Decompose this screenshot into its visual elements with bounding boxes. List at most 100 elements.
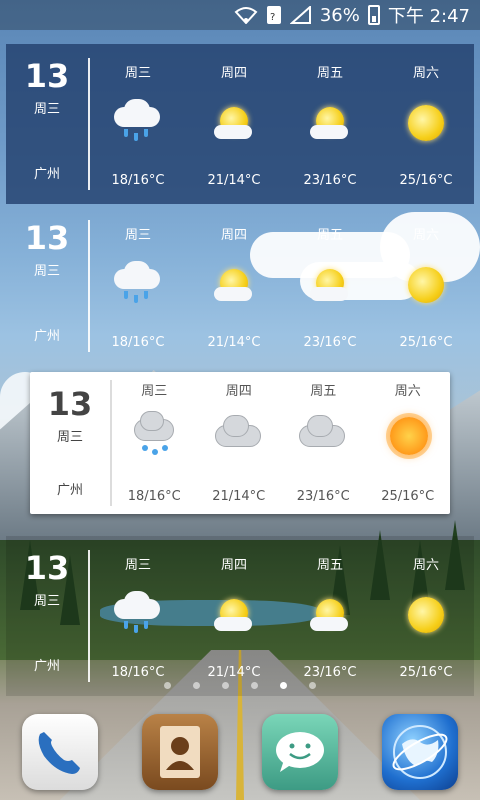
sun-cloud-icon [204,261,264,311]
forecast-day: 周三 18/16°C [90,44,186,204]
weather-widget-1[interactable]: 13 周三 广州 周三 18/16°C 周四 21/14°C 周五 23/16°… [6,44,474,204]
page-dot-active[interactable] [280,682,287,689]
weather-widget-3[interactable]: 13 周三 广州 周三 18/16°C 周四 21/14°C 周五 23/16°… [30,372,450,514]
forecast-day-name: 周五 [316,228,343,243]
forecast-day-name: 周三 [124,66,151,81]
forecast-day-name: 周四 [225,384,252,399]
forecast-temp: 18/16°C [127,489,181,504]
forecast-day: 周四 21/14°C [186,206,282,366]
sun-cloud-icon [300,261,360,311]
forecast-day-name: 周五 [316,66,343,81]
page-indicator[interactable] [0,682,480,689]
forecast-day: 周五 23/16°C [282,536,378,696]
forecast-day: 周六 25/16°C [378,44,474,204]
forecast-day: 周六 25/16°C [378,536,474,696]
contacts-app-icon[interactable] [142,714,218,790]
forecast-temp: 23/16°C [296,489,350,504]
forecast-day-name: 周五 [316,558,343,573]
city-label: 广州 [33,659,60,674]
wifi-icon [234,6,258,24]
forecast-day: 周三 18/16°C [90,536,186,696]
forecast-temp: 25/16°C [399,665,453,680]
sun-cloud-icon [204,591,264,641]
sun-icon [396,99,456,149]
forecast-day-name: 周四 [220,558,247,573]
sun-cloud-icon [300,99,360,149]
forecast-day-name: 周六 [412,558,439,573]
forecast-day: 周四 21/14°C [197,372,282,514]
forecast-day: 周五 23/16°C [282,206,378,366]
date-number: 13 [47,385,93,423]
forecast-temp: 18/16°C [111,335,165,350]
date-number: 13 [24,549,70,587]
forecast-day-name: 周五 [310,384,337,399]
phone-app-icon[interactable] [22,714,98,790]
forecast-temp: 25/16°C [399,335,453,350]
page-dot[interactable] [193,682,200,689]
status-bar: ? 36% 下午 2:47 [0,0,480,30]
forecast-day: 周三 18/16°C [112,372,197,514]
page-dot[interactable] [251,682,258,689]
forecast-temp: 23/16°C [303,335,357,350]
forecast-temp: 18/16°C [111,665,165,680]
date-number: 13 [24,219,70,257]
forecast-day: 周六 25/16°C [366,372,451,514]
forecast-day-name: 周三 [124,558,151,573]
weekday-label: 周三 [33,264,60,279]
forecast-day: 周四 21/14°C [186,536,282,696]
forecast-day-name: 周三 [141,384,168,399]
weather-widget-4[interactable]: 13 周三 广州 周三 18/16°C 周四 21/14°C 周五 23/16°… [6,536,474,696]
weekday-label: 周三 [33,102,60,117]
date-number: 13 [24,57,70,95]
rain-cloud-icon [108,99,168,149]
city-label: 广州 [33,167,60,182]
page-dot[interactable] [164,682,171,689]
forecast-temp: 18/16°C [111,173,165,188]
city-label: 广州 [56,483,83,498]
forecast-temp: 21/14°C [207,173,261,188]
forecast-day-name: 周四 [220,66,247,81]
forecast-temp: 25/16°C [399,173,453,188]
dock [0,712,480,792]
messaging-app-icon[interactable] [262,714,338,790]
sun-icon [396,261,456,311]
forecast-day-name: 周六 [412,66,439,81]
rain-cloud-icon [108,591,168,641]
sun-icon [378,411,438,461]
weather-widget-2[interactable]: 13 周三 广州 周三 18/16°C 周四 21/14°C 周五 23/16°… [6,206,474,366]
forecast-temp: 21/14°C [212,489,266,504]
forecast-temp: 21/14°C [207,665,261,680]
weekday-label: 周三 [56,430,83,445]
browser-app-icon[interactable] [382,714,458,790]
forecast-day: 周五 23/16°C [281,372,366,514]
rain-cloud-icon [124,411,184,461]
clock: 下午 2:47 [387,6,470,27]
sun-icon [396,591,456,641]
forecast-day-name: 周三 [124,228,151,243]
forecast-temp: 21/14°C [207,335,261,350]
page-dot[interactable] [222,682,229,689]
forecast-temp: 25/16°C [381,489,435,504]
forecast-day-name: 周六 [412,228,439,243]
sun-cloud-icon [300,591,360,641]
forecast-day: 周五 23/16°C [282,44,378,204]
page-dot[interactable] [309,682,316,689]
sim-icon: ? [266,5,282,25]
battery-percent: 36% [319,4,360,26]
svg-text:?: ? [270,12,275,23]
weekday-label: 周三 [33,594,60,609]
forecast-day: 周四 21/14°C [186,44,282,204]
cloud-icon [293,411,353,461]
city-label: 广州 [33,329,60,344]
forecast-day-name: 周六 [394,384,421,399]
battery-icon [367,5,380,25]
forecast-day: 周六 25/16°C [378,206,474,366]
forecast-day: 周三 18/16°C [90,206,186,366]
cloud-icon [209,411,269,461]
forecast-temp: 23/16°C [303,173,357,188]
forecast-day-name: 周四 [220,228,247,243]
forecast-temp: 23/16°C [303,665,357,680]
sun-cloud-icon [204,99,264,149]
signal-icon [289,6,312,24]
rain-cloud-icon [108,261,168,311]
